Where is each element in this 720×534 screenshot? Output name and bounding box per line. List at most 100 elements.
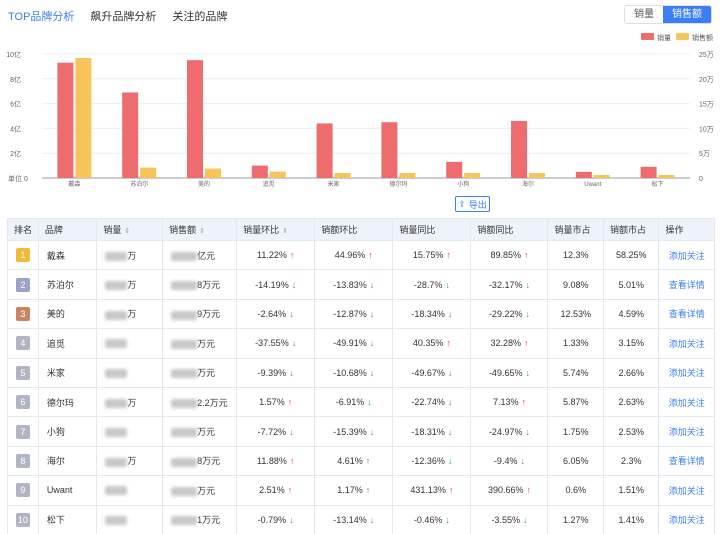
legend-swatch bbox=[676, 33, 689, 40]
legend-label: 销售额 bbox=[692, 33, 713, 42]
x-tick-label: 德尔玛 bbox=[389, 180, 407, 188]
sales-amount-share: 2.66% bbox=[618, 367, 644, 378]
bar-sales-amount bbox=[75, 57, 92, 178]
tab-followed-brand[interactable]: 关注的品牌 bbox=[172, 8, 227, 24]
sales-volume-unit: 万 bbox=[127, 280, 137, 291]
blurred-value bbox=[105, 368, 128, 378]
x-tick-label: 追觅 bbox=[263, 180, 275, 188]
action-link[interactable]: 添加关注 bbox=[669, 251, 705, 261]
percent-value: -14.19% bbox=[255, 279, 289, 290]
arrow-down-icon: ↓ bbox=[525, 367, 530, 378]
arrow-up-icon: ↑ bbox=[446, 250, 451, 261]
table-cell: 万 bbox=[96, 269, 164, 300]
column-header: 销量市占 bbox=[547, 218, 604, 241]
table-cell: -29.22% ↓ bbox=[470, 298, 549, 330]
table-cell: -14.19% ↓ bbox=[236, 269, 316, 300]
table-row: 4 追觅 万元 -37.55% ↓ -49.91% ↓ 40.35% ↑ 32.28% ↑ 1.33%… bbox=[7, 328, 715, 359]
sales-volume-unit: 万 bbox=[127, 397, 137, 408]
blurred-value bbox=[171, 428, 198, 438]
arrow-down-icon: ↓ bbox=[369, 279, 375, 290]
table-cell: 58.25% bbox=[602, 239, 660, 271]
arrow-down-icon: ↓ bbox=[369, 367, 375, 378]
percent-value: -29.22% bbox=[488, 308, 523, 319]
table-cell: 390.66% ↑ bbox=[470, 475, 549, 506]
table-cell: -9.4% ↓ bbox=[470, 445, 549, 477]
percent-value: -12.36% bbox=[411, 455, 445, 466]
table-row: 9 Uwant 万元 2.51% ↑ 1.17% ↑ 431.13% ↑ 390.66% ↑ 0.6%… bbox=[7, 475, 715, 506]
arrow-down-icon: ↓ bbox=[289, 426, 294, 437]
arrow-down-icon: ↓ bbox=[525, 426, 530, 437]
arrow-down-icon: ↓ bbox=[289, 308, 294, 319]
sort-icon[interactable]: ⇕ bbox=[124, 228, 130, 235]
table-header-row: 排名 品牌 销量 ⇕ 销售额 ⇕ 销量环比 ⇕ 销额环比 销量同比 销额同比 销量市占 销额市占 操作 bbox=[7, 218, 715, 241]
action-link[interactable]: 添加关注 bbox=[669, 515, 705, 525]
percent-value: 32.28% bbox=[490, 338, 521, 349]
action-link[interactable]: 添加关注 bbox=[669, 339, 705, 349]
rank-badge: 10 bbox=[15, 512, 30, 527]
arrow-down-icon: ↓ bbox=[291, 338, 297, 349]
blurred-value bbox=[171, 251, 198, 261]
column-header-label: 销额同比 bbox=[477, 225, 514, 235]
table-cell: 32.28% ↑ bbox=[470, 328, 549, 359]
bar-sales-amount bbox=[334, 173, 351, 178]
table-cell: -49.65% ↓ bbox=[470, 357, 549, 388]
table-cell: 9万元 bbox=[162, 298, 238, 330]
table-cell bbox=[96, 475, 164, 506]
action-link[interactable]: 查看详情 bbox=[669, 280, 705, 290]
table-cell: 添加关注 bbox=[658, 416, 715, 447]
percent-value: 11.22% bbox=[257, 250, 287, 261]
sales-amount-share: 1.51% bbox=[618, 485, 644, 496]
action-link[interactable]: 查看详情 bbox=[669, 309, 705, 319]
table-cell: Uwant bbox=[37, 475, 98, 506]
percent-value: -18.31% bbox=[411, 426, 445, 437]
table-cell: 11.22% ↑ bbox=[236, 239, 316, 271]
action-link[interactable]: 添加关注 bbox=[669, 486, 705, 496]
sales-volume-share: 1.33% bbox=[562, 338, 589, 349]
arrow-down-icon: ↓ bbox=[289, 367, 294, 378]
sort-icon[interactable]: ⇕ bbox=[199, 228, 205, 235]
action-link[interactable]: 添加关注 bbox=[669, 427, 705, 437]
table-row: 7 小狗 万元 -7.72% ↓ -15.39% ↓ -18.31% ↓ -24.97% ↓ 1.75… bbox=[7, 416, 715, 447]
sales-amount-unit: 万元 bbox=[197, 338, 216, 349]
column-header[interactable]: 销量 ⇕ bbox=[96, 218, 164, 241]
table-cell: 2.63% bbox=[602, 386, 660, 418]
arrow-down-icon: ↓ bbox=[369, 426, 375, 437]
arrow-up-icon: ↑ bbox=[365, 485, 371, 496]
table-cell: 6 bbox=[7, 386, 39, 418]
brand-name: 米家 bbox=[46, 368, 65, 379]
tab-top-brand[interactable]: TOP品牌分析 bbox=[8, 8, 74, 24]
arrow-down-icon: ↓ bbox=[369, 338, 375, 349]
column-header[interactable]: 销量环比 ⇕ bbox=[236, 218, 316, 241]
sales-amount-unit: 亿元 bbox=[197, 250, 216, 261]
y-tick-label: 2亿 bbox=[10, 149, 21, 158]
rank-badge: 4 bbox=[15, 336, 30, 351]
rank-badge: 9 bbox=[15, 483, 30, 498]
percent-value: -49.67% bbox=[411, 367, 445, 378]
arrow-down-icon: ↓ bbox=[525, 308, 530, 319]
bar-sales-volume bbox=[251, 165, 268, 178]
blurred-value bbox=[105, 310, 128, 320]
arrow-down-icon: ↓ bbox=[447, 308, 453, 319]
table-cell: -0.46% ↓ bbox=[392, 504, 472, 534]
table-cell: 戴森 bbox=[37, 239, 98, 271]
action-link[interactable]: 添加关注 bbox=[669, 398, 705, 408]
arrow-up-icon: ↑ bbox=[526, 485, 531, 496]
percent-value: -2.64% bbox=[257, 308, 287, 319]
table-cell: 6.05% bbox=[547, 445, 604, 477]
arrow-up-icon: ↑ bbox=[523, 250, 529, 261]
brand-name: 戴森 bbox=[46, 250, 65, 261]
table-cell: 5.01% bbox=[602, 269, 660, 300]
table-cell: 2.51% ↑ bbox=[236, 475, 316, 506]
export-button[interactable]: ⇪ 导出 bbox=[455, 196, 490, 212]
column-header-label: 操作 bbox=[665, 225, 684, 235]
sort-icon[interactable]: ⇕ bbox=[282, 228, 288, 235]
sales-amount-unit: 1万元 bbox=[197, 515, 221, 526]
export-icon: ⇪ bbox=[458, 198, 466, 209]
table-cell: 3 bbox=[7, 298, 39, 330]
toggle-sales-amount[interactable]: 销售额 bbox=[663, 6, 711, 23]
column-header[interactable]: 销售额 ⇕ bbox=[162, 218, 238, 241]
action-link[interactable]: 查看详情 bbox=[669, 456, 705, 466]
toggle-sales-volume[interactable]: 销量 bbox=[625, 6, 663, 23]
action-link[interactable]: 添加关注 bbox=[669, 368, 705, 378]
tab-rising-brand[interactable]: 飙升品牌分析 bbox=[90, 8, 156, 24]
